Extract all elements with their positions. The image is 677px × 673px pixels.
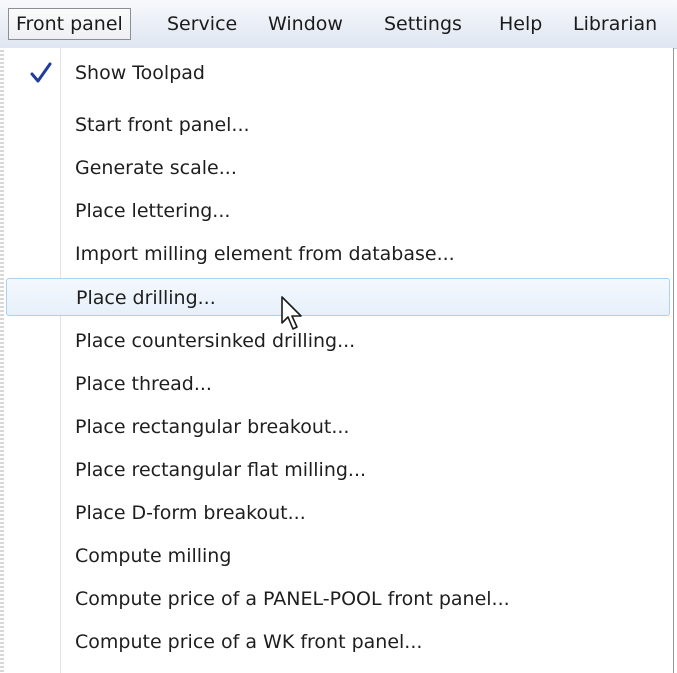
- menu-service[interactable]: Service: [160, 8, 244, 40]
- menu-help[interactable]: Help: [492, 8, 549, 40]
- mouse-pointer-icon: [281, 296, 302, 330]
- menu-item-compute-price-wk[interactable]: Compute price of a WK front panel...: [6, 623, 670, 661]
- menu-item-show-toolpad[interactable]: Show Toolpad: [6, 54, 670, 92]
- menu-item-compute-milling[interactable]: Compute milling: [6, 537, 670, 575]
- menu-item-label: Show Toolpad: [75, 62, 205, 84]
- menu-item-label: Place lettering...: [75, 200, 231, 222]
- menu-bar: Front panel Service Window Settings Help…: [0, 0, 677, 49]
- menu-item-start-front-panel[interactable]: Start front panel...: [6, 106, 670, 144]
- application-window: Front panel Service Window Settings Help…: [0, 0, 677, 673]
- menu-front-panel[interactable]: Front panel: [8, 8, 131, 40]
- menu-item-place-lettering[interactable]: Place lettering...: [6, 192, 670, 230]
- menu-item-place-rectangular-flat-milling[interactable]: Place rectangular flat milling...: [6, 451, 670, 489]
- menu-item-label: Place rectangular flat milling...: [75, 459, 367, 481]
- menu-item-label: Place drilling...: [76, 287, 216, 309]
- menu-item-place-d-form-breakout[interactable]: Place D-form breakout...: [6, 494, 670, 532]
- menu-item-import-milling-element[interactable]: Import milling element from database...: [6, 235, 670, 273]
- menu-item-label: Import milling element from database...: [75, 243, 455, 265]
- menu-item-label: Place rectangular breakout...: [75, 416, 350, 438]
- menu-item-label: Compute price of a PANEL-POOL front pane…: [75, 588, 510, 610]
- menu-item-generate-scale[interactable]: Generate scale...: [6, 149, 670, 187]
- menu-item-label: Place thread...: [75, 373, 212, 395]
- menu-item-compute-price-panel-pool[interactable]: Compute price of a PANEL-POOL front pane…: [6, 580, 670, 618]
- menu-item-label: Generate scale...: [75, 157, 237, 179]
- menu-item-label: Place D-form breakout...: [75, 502, 306, 524]
- menu-item-label: Compute milling: [75, 545, 232, 567]
- menu-left-edge: [0, 48, 4, 673]
- menu-window[interactable]: Window: [261, 8, 350, 40]
- menu-item-label: Compute price of a WK front panel...: [75, 631, 423, 653]
- menu-item-place-countersinked-drilling[interactable]: Place countersinked drilling...: [6, 322, 670, 360]
- menu-item-label: Start front panel...: [75, 114, 250, 136]
- check-icon: [30, 62, 52, 83]
- menu-item-place-rectangular-breakout[interactable]: Place rectangular breakout...: [6, 408, 670, 446]
- menu-librarian[interactable]: Librarian: [566, 8, 664, 40]
- menu-settings[interactable]: Settings: [377, 8, 469, 40]
- menu-item-place-drilling[interactable]: Place drilling...: [6, 278, 670, 316]
- menu-item-label: Place countersinked drilling...: [75, 330, 356, 352]
- menu-item-place-thread[interactable]: Place thread...: [6, 365, 670, 403]
